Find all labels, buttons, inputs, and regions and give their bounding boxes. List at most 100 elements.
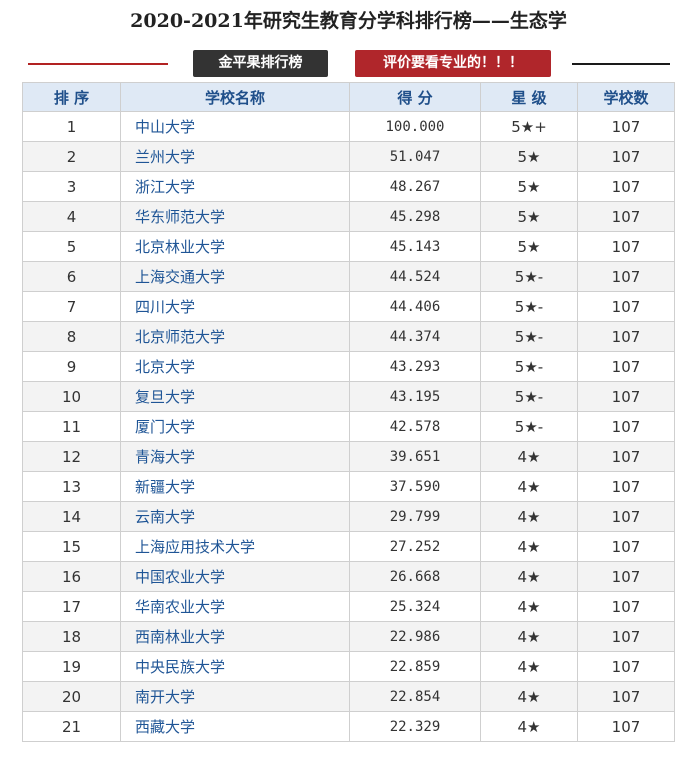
school-name-cell: 北京师范大学 [120, 321, 350, 352]
school-name-cell: 复旦大学 [120, 381, 350, 412]
school-name-cell: 新疆大学 [120, 471, 350, 502]
table-row: 18 西南林业大学 22.986 4★ 107 [22, 621, 675, 652]
rank-cell: 17 [22, 591, 121, 622]
school-name-cell: 西南林业大学 [120, 621, 350, 652]
table-row: 10 复旦大学 43.195 5★- 107 [22, 381, 675, 412]
school-name-cell: 上海应用技术大学 [120, 531, 350, 562]
rank-cell: 11 [22, 411, 121, 442]
score-cell: 44.524 [349, 261, 481, 292]
table-row: 1 中山大学 100.000 5★+ 107 [22, 111, 675, 142]
school-name-cell: 兰州大学 [120, 141, 350, 172]
star-rating-cell: 5★+ [480, 111, 578, 142]
table-row: 6 上海交通大学 44.524 5★- 107 [22, 261, 675, 292]
rank-cell: 6 [22, 261, 121, 292]
table-header-row: 排 序 学校名称 得 分 星 级 学校数 [22, 82, 675, 112]
rank-cell: 5 [22, 231, 121, 262]
score-cell: 45.298 [349, 201, 481, 232]
school-name-cell: 中国农业大学 [120, 561, 350, 592]
rank-cell: 13 [22, 471, 121, 502]
star-rating-cell: 4★ [480, 621, 578, 652]
table-row: 3 浙江大学 48.267 5★ 107 [22, 171, 675, 202]
table-row: 16 中国农业大学 26.668 4★ 107 [22, 561, 675, 592]
score-cell: 22.329 [349, 711, 481, 742]
star-rating-cell: 5★- [480, 351, 578, 382]
star-rating-cell: 4★ [480, 471, 578, 502]
school-name-cell: 四川大学 [120, 291, 350, 322]
school-count-cell: 107 [577, 351, 675, 382]
star-rating-cell: 5★ [480, 171, 578, 202]
school-name-cell: 云南大学 [120, 501, 350, 532]
left-divider [28, 63, 168, 65]
school-name-cell: 上海交通大学 [120, 261, 350, 292]
school-count-cell: 107 [577, 321, 675, 352]
score-cell: 44.374 [349, 321, 481, 352]
table-row: 13 新疆大学 37.590 4★ 107 [22, 471, 675, 502]
star-rating-cell: 4★ [480, 591, 578, 622]
school-name-cell: 北京大学 [120, 351, 350, 382]
star-rating-cell: 4★ [480, 441, 578, 472]
school-name-cell: 华南农业大学 [120, 591, 350, 622]
score-cell: 26.668 [349, 561, 481, 592]
rank-cell: 21 [22, 711, 121, 742]
table-row: 20 南开大学 22.854 4★ 107 [22, 681, 675, 712]
score-cell: 100.000 [349, 111, 481, 142]
rank-cell: 20 [22, 681, 121, 712]
star-rating-cell: 5★ [480, 231, 578, 262]
school-count-cell: 107 [577, 201, 675, 232]
school-count-cell: 107 [577, 411, 675, 442]
school-name-cell: 青海大学 [120, 441, 350, 472]
star-rating-cell: 4★ [480, 501, 578, 532]
slogan-badge: 评价要看专业的！！！ [355, 50, 551, 77]
table-row: 15 上海应用技术大学 27.252 4★ 107 [22, 531, 675, 562]
school-count-cell: 107 [577, 651, 675, 682]
table-row: 4 华东师范大学 45.298 5★ 107 [22, 201, 675, 232]
school-name-cell: 南开大学 [120, 681, 350, 712]
school-count-cell: 107 [577, 141, 675, 172]
score-cell: 43.195 [349, 381, 481, 412]
rank-cell: 2 [22, 141, 121, 172]
score-cell: 42.578 [349, 411, 481, 442]
table-row: 17 华南农业大学 25.324 4★ 107 [22, 591, 675, 622]
score-cell: 37.590 [349, 471, 481, 502]
star-rating-cell: 5★- [480, 381, 578, 412]
table-row: 8 北京师范大学 44.374 5★- 107 [22, 321, 675, 352]
header-score: 得 分 [349, 82, 481, 112]
school-count-cell: 107 [577, 291, 675, 322]
star-rating-cell: 5★- [480, 291, 578, 322]
table-row: 14 云南大学 29.799 4★ 107 [22, 501, 675, 532]
rank-cell: 9 [22, 351, 121, 382]
school-name-cell: 中央民族大学 [120, 651, 350, 682]
star-rating-cell: 4★ [480, 531, 578, 562]
rank-cell: 8 [22, 321, 121, 352]
header-school: 学校名称 [120, 82, 350, 112]
table-row: 21 西藏大学 22.329 4★ 107 [22, 711, 675, 742]
score-cell: 39.651 [349, 441, 481, 472]
star-rating-cell: 4★ [480, 711, 578, 742]
score-cell: 51.047 [349, 141, 481, 172]
right-divider [572, 63, 670, 65]
school-name-cell: 华东师范大学 [120, 201, 350, 232]
school-count-cell: 107 [577, 381, 675, 412]
header-school-count: 学校数 [577, 82, 675, 112]
rank-cell: 16 [22, 561, 121, 592]
score-cell: 22.859 [349, 651, 481, 682]
header-stars: 星 级 [480, 82, 578, 112]
school-count-cell: 107 [577, 231, 675, 262]
table-row: 2 兰州大学 51.047 5★ 107 [22, 141, 675, 172]
rank-cell: 14 [22, 501, 121, 532]
school-count-cell: 107 [577, 111, 675, 142]
table-row: 19 中央民族大学 22.859 4★ 107 [22, 651, 675, 682]
star-rating-cell: 4★ [480, 561, 578, 592]
rank-cell: 1 [22, 111, 121, 142]
rank-cell: 15 [22, 531, 121, 562]
rank-cell: 18 [22, 621, 121, 652]
school-name-cell: 西藏大学 [120, 711, 350, 742]
school-count-cell: 107 [577, 501, 675, 532]
star-rating-cell: 5★- [480, 261, 578, 292]
star-rating-cell: 5★- [480, 321, 578, 352]
score-cell: 43.293 [349, 351, 481, 382]
rank-cell: 7 [22, 291, 121, 322]
rank-cell: 4 [22, 201, 121, 232]
school-count-cell: 107 [577, 591, 675, 622]
school-count-cell: 107 [577, 531, 675, 562]
